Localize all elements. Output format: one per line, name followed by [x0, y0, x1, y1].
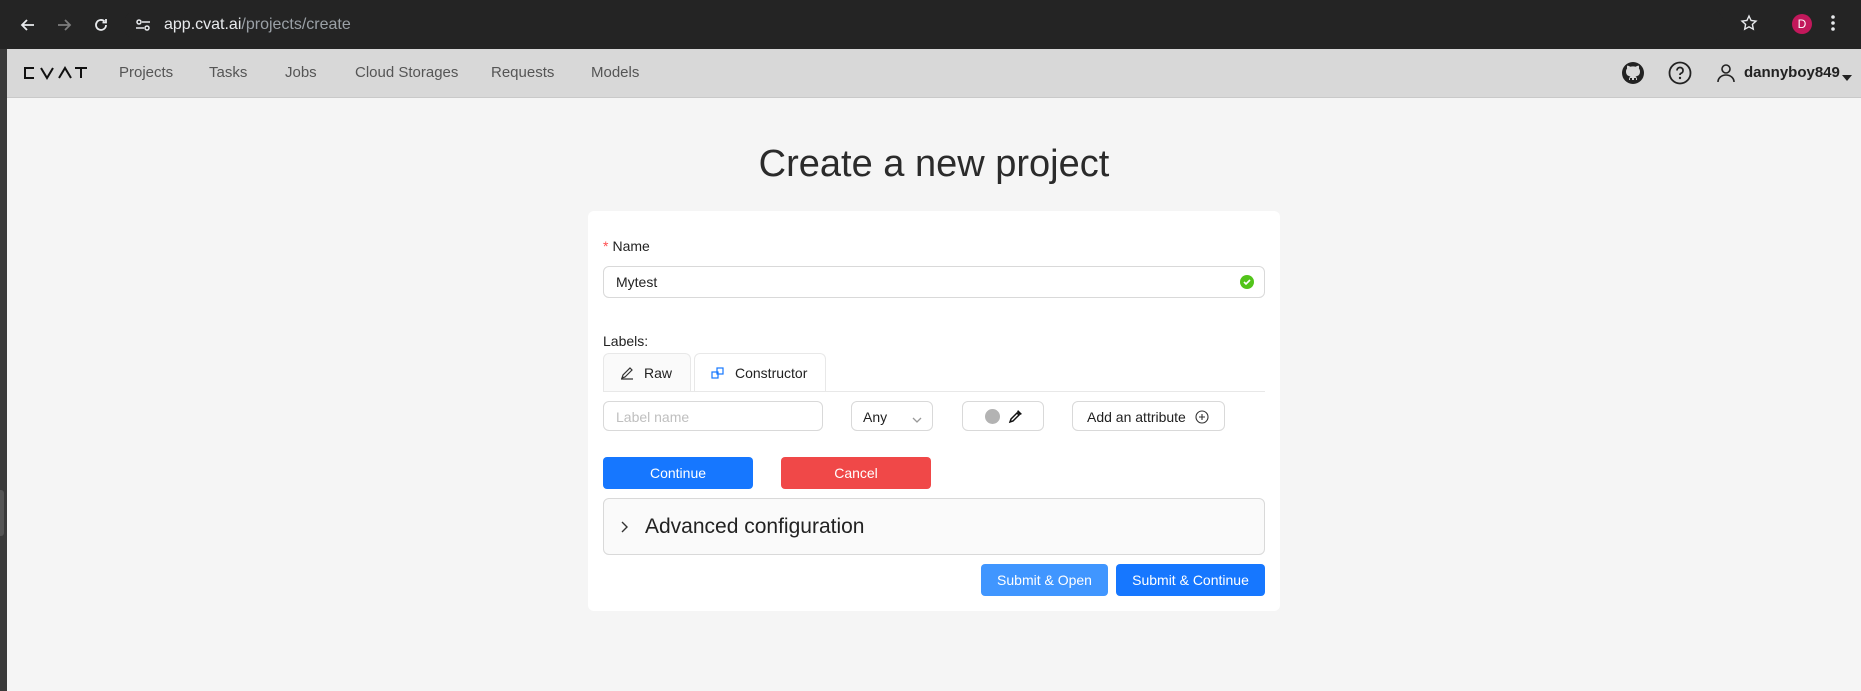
submit-continue-button[interactable]: Submit & Continue	[1116, 564, 1265, 596]
side-handle[interactable]	[0, 490, 4, 536]
chevron-down-icon	[912, 411, 922, 429]
user-icon[interactable]	[1716, 63, 1736, 88]
name-input-value[interactable]: Mytest	[616, 274, 657, 290]
add-attribute-label: Add an attribute	[1087, 409, 1186, 425]
chevron-right-icon	[620, 520, 628, 538]
profile-avatar[interactable]: D	[1792, 14, 1812, 34]
help-icon[interactable]	[1668, 61, 1692, 90]
name-label: * Name	[603, 238, 650, 254]
tab-raw[interactable]: Raw	[603, 353, 691, 391]
pencil-icon	[620, 366, 634, 380]
url-text: app.cvat.ai/projects/create	[164, 16, 351, 34]
submit-open-button[interactable]: Submit & Open	[981, 564, 1108, 596]
cancel-button[interactable]: Cancel	[781, 457, 931, 489]
reload-icon[interactable]	[86, 10, 116, 40]
tab-constructor-label: Constructor	[735, 365, 808, 381]
plus-circle-icon	[1195, 410, 1209, 427]
address-bar[interactable]: app.cvat.ai/projects/create	[124, 7, 1724, 43]
shape-type-value: Any	[863, 409, 888, 425]
label-name-input[interactable]	[603, 401, 823, 432]
back-icon[interactable]	[13, 10, 43, 40]
page-title: Create a new project	[758, 143, 1110, 185]
name-label-text: Name	[612, 238, 650, 254]
advanced-configuration-panel[interactable]: Advanced configuration	[603, 498, 1265, 555]
forward-icon[interactable]	[49, 10, 79, 40]
browser-menu-icon[interactable]	[1830, 13, 1836, 38]
browser-toolbar: app.cvat.ai/projects/create D	[0, 0, 1861, 49]
cvat-logo[interactable]	[22, 62, 88, 86]
nav-cloud-storages[interactable]: Cloud Storages	[355, 64, 458, 81]
nav-jobs[interactable]: Jobs	[285, 64, 317, 81]
label-color-button[interactable]	[962, 401, 1044, 431]
color-swatch	[985, 409, 1000, 424]
url-path: /projects/create	[241, 16, 351, 33]
advanced-configuration-title: Advanced configuration	[645, 515, 865, 538]
color-picker-icon	[1008, 408, 1024, 429]
nav-requests[interactable]: Requests	[491, 64, 554, 81]
continue-button[interactable]: Continue	[603, 457, 753, 489]
caret-down-icon[interactable]	[1842, 69, 1852, 87]
required-mark: *	[603, 238, 609, 254]
label-name-field[interactable]	[614, 402, 818, 432]
check-circle-icon	[1240, 275, 1254, 289]
bookmark-star-icon[interactable]	[1740, 14, 1758, 37]
tabs-divider	[603, 391, 1265, 392]
github-icon[interactable]	[1621, 61, 1645, 90]
add-attribute-button[interactable]: Add an attribute	[1072, 401, 1225, 431]
nav-projects[interactable]: Projects	[119, 64, 173, 81]
nav-models[interactable]: Models	[591, 64, 639, 81]
nav-tasks[interactable]: Tasks	[209, 64, 247, 81]
tab-constructor[interactable]: Constructor	[694, 353, 826, 392]
name-input[interactable]: Mytest	[603, 266, 1265, 298]
shape-type-select[interactable]: Any	[851, 401, 933, 431]
username[interactable]: dannyboy849	[1744, 64, 1840, 81]
labels-title: Labels:	[603, 333, 649, 349]
build-icon	[711, 366, 725, 380]
app-header: Projects Tasks Jobs Cloud Storages Reque…	[7, 49, 1861, 98]
url-host: app.cvat.ai	[164, 16, 242, 33]
tab-raw-label: Raw	[644, 364, 673, 381]
site-settings-icon[interactable]	[134, 16, 152, 34]
